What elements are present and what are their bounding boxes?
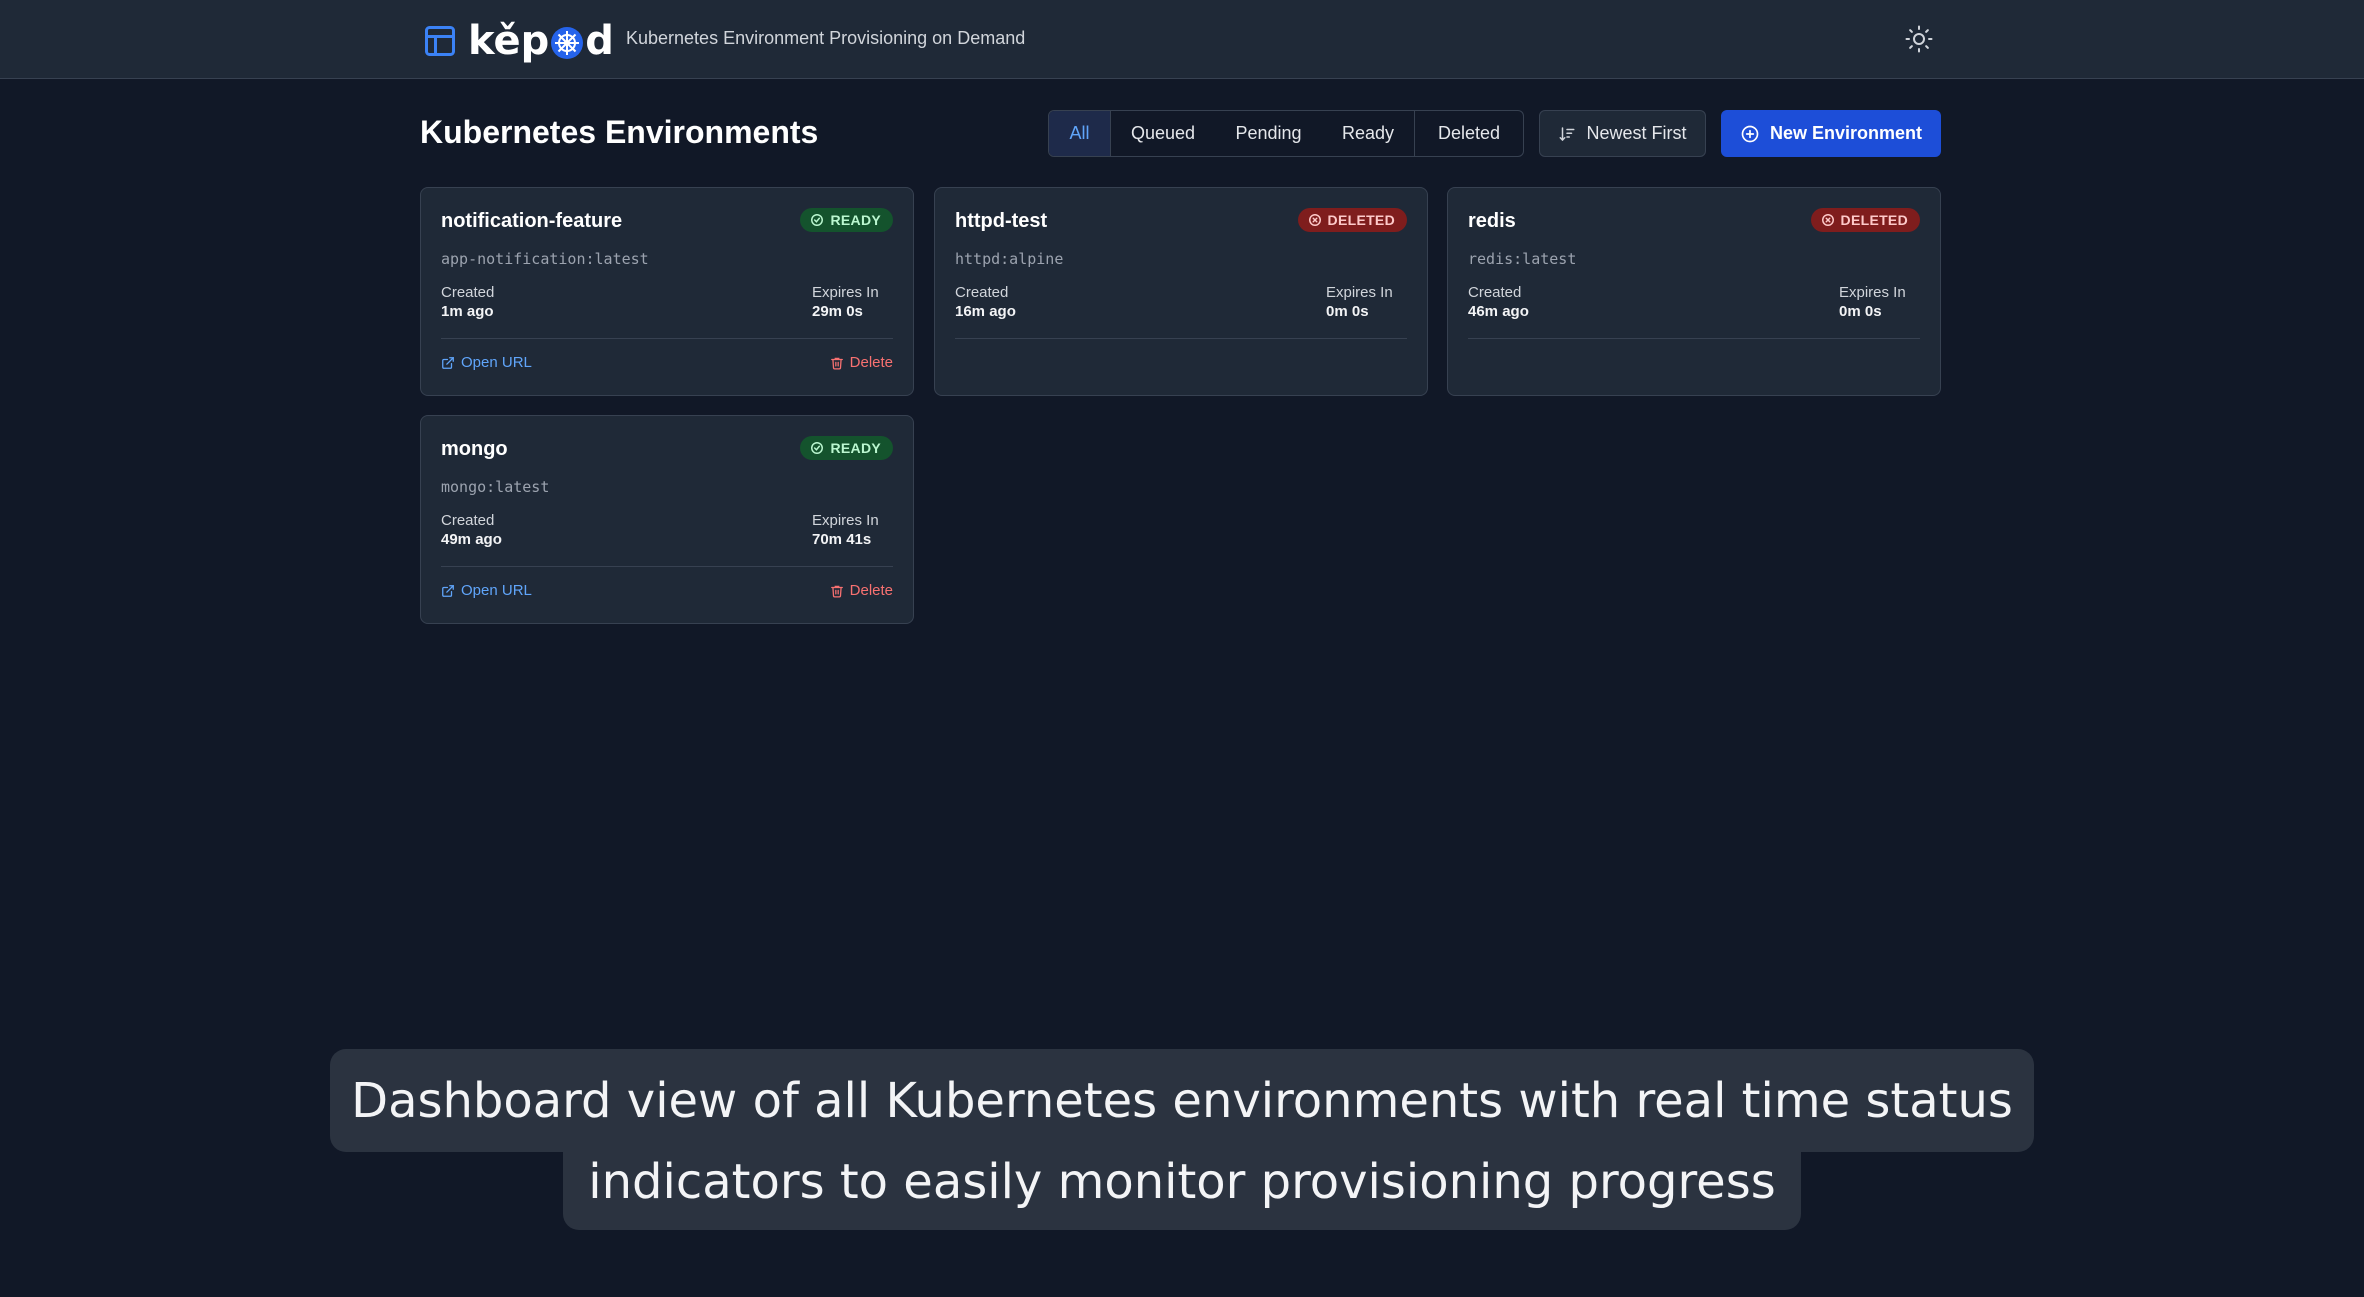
- layout-icon: [425, 26, 455, 56]
- environment-name: mongo: [441, 438, 508, 460]
- brand[interactable]: kěp d: [422, 18, 614, 64]
- environment-card: mongo READY mongo:latest Created 49m ago…: [420, 415, 914, 624]
- status-badge: READY: [800, 436, 893, 460]
- trash-icon: [830, 357, 843, 369]
- created-label: Created: [441, 512, 495, 529]
- expires-label: Expires In: [812, 512, 879, 529]
- filter-queued[interactable]: Queued: [1111, 111, 1215, 156]
- sort-button[interactable]: Newest First: [1539, 110, 1706, 157]
- new-environment-label: New Environment: [1769, 123, 1923, 143]
- card-divider: [441, 566, 893, 567]
- created-label: Created: [441, 284, 495, 301]
- created-value: 16m ago: [955, 303, 1016, 320]
- status-badge: READY: [800, 208, 893, 232]
- card-divider: [1468, 338, 1920, 339]
- caption-line-1: Dashboard view of all Kubernetes environ…: [330, 1049, 2034, 1152]
- environment-image: redis:latest: [1468, 250, 1577, 268]
- environment-image: app-notification:latest: [441, 250, 649, 268]
- created-value: 1m ago: [441, 303, 494, 320]
- status-badge: DELETED: [1297, 208, 1407, 232]
- trash-icon: [830, 585, 843, 597]
- tagline: Kubernetes Environment Provisioning on D…: [626, 28, 1026, 48]
- x-circle-icon: [1308, 214, 1321, 226]
- brand-name: kěp d: [468, 18, 614, 64]
- filter-ready[interactable]: Ready: [1322, 111, 1414, 156]
- x-circle-icon: [1821, 214, 1834, 226]
- card-divider: [955, 338, 1407, 339]
- brand-name-start: kěp: [468, 18, 550, 64]
- created-value: 49m ago: [441, 531, 502, 548]
- check-circle-icon: [811, 214, 824, 226]
- delete-label: Delete: [849, 582, 893, 599]
- sort-label: Newest First: [1586, 123, 1687, 143]
- environment-image: httpd:alpine: [955, 250, 1064, 268]
- created-label: Created: [955, 284, 1009, 301]
- status-filter-group: All Queued Pending Ready Deleted: [1048, 110, 1524, 157]
- expires-label: Expires In: [812, 284, 879, 301]
- page-title: Kubernetes Environments: [420, 114, 819, 150]
- helm-wheel-icon: [551, 27, 584, 59]
- environment-card: redis DELETED redis:latest Created 46m a…: [1447, 187, 1941, 396]
- filter-all[interactable]: All: [1049, 111, 1111, 156]
- expires-value: 29m 0s: [812, 303, 863, 320]
- environment-image: mongo:latest: [441, 478, 550, 496]
- environment-name: redis: [1468, 210, 1516, 232]
- expires-value: 0m 0s: [1326, 303, 1369, 320]
- delete-label: Delete: [849, 354, 893, 371]
- sort-descending-icon: [1559, 126, 1575, 141]
- status-badge: DELETED: [1810, 208, 1920, 232]
- status-label: DELETED: [1327, 212, 1395, 228]
- delete-button[interactable]: Delete: [830, 582, 893, 599]
- open-url-link[interactable]: Open URL: [441, 354, 532, 371]
- expires-value: 0m 0s: [1839, 303, 1882, 320]
- environment-name: notification-feature: [441, 210, 623, 232]
- filter-deleted[interactable]: Deleted: [1414, 111, 1523, 156]
- filter-pending[interactable]: Pending: [1215, 111, 1322, 156]
- open-url-label: Open URL: [461, 582, 532, 599]
- delete-button[interactable]: Delete: [830, 354, 893, 371]
- external-link-icon: [442, 584, 454, 597]
- status-label: DELETED: [1840, 212, 1908, 228]
- status-label: READY: [830, 440, 881, 456]
- environment-name: httpd-test: [955, 210, 1048, 232]
- external-link-icon: [442, 356, 454, 369]
- plus-circle-icon: [1741, 125, 1759, 142]
- top-bar: kěp d Kubernetes Environment Provisionin…: [0, 0, 2364, 79]
- brand-name-end: d: [585, 18, 614, 64]
- created-label: Created: [1468, 284, 1522, 301]
- expires-value: 70m 41s: [812, 531, 872, 548]
- new-environment-button[interactable]: New Environment: [1721, 110, 1941, 157]
- check-circle-icon: [811, 442, 824, 454]
- created-value: 46m ago: [1468, 303, 1529, 320]
- sun-icon[interactable]: [1904, 24, 1934, 54]
- open-url-label: Open URL: [461, 354, 532, 371]
- environment-card: notification-feature READY app-notificat…: [420, 187, 914, 396]
- status-label: READY: [830, 212, 881, 228]
- card-divider: [441, 338, 893, 339]
- expires-label: Expires In: [1326, 284, 1393, 301]
- expires-label: Expires In: [1839, 284, 1906, 301]
- open-url-link[interactable]: Open URL: [441, 582, 532, 599]
- environment-card: httpd-test DELETED httpd:alpine Created …: [934, 187, 1428, 396]
